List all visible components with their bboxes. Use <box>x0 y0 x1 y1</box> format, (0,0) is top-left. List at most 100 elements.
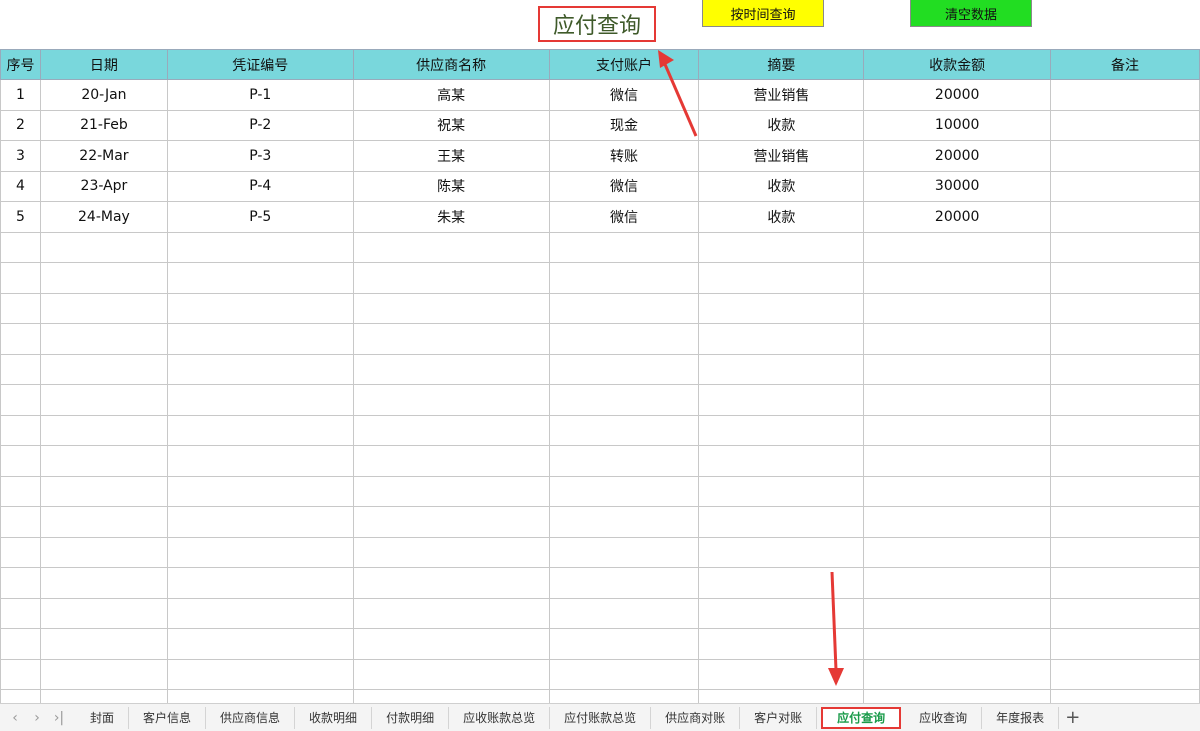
cell-remark[interactable] <box>1050 506 1200 538</box>
cell-voucher[interactable]: P-2 <box>166 109 354 141</box>
cell-seq[interactable]: 5 <box>0 201 41 233</box>
sheet-tab[interactable]: 应付账款总览 <box>550 706 652 729</box>
cell-date[interactable] <box>39 689 168 703</box>
next-sheet-icon[interactable]: › <box>26 710 48 726</box>
cell-remark[interactable] <box>1050 445 1200 477</box>
cell-date[interactable] <box>39 475 168 507</box>
cell-summary[interactable] <box>698 231 865 263</box>
cell-account[interactable] <box>548 567 700 599</box>
cell-seq[interactable] <box>0 292 41 324</box>
cell-account[interactable] <box>548 353 700 385</box>
cell-remark[interactable] <box>1050 109 1200 141</box>
cell-seq[interactable] <box>0 384 41 416</box>
cell-seq[interactable] <box>0 262 41 294</box>
sheet-tab-active[interactable]: 应付查询 <box>821 706 902 729</box>
cell-amount[interactable] <box>863 475 1052 507</box>
cell-summary[interactable]: 收款 <box>698 201 865 233</box>
cell-supplier[interactable]: 高某 <box>352 79 550 111</box>
cell-seq[interactable]: 2 <box>0 109 41 141</box>
prev-sheet-icon[interactable]: ‹ <box>4 710 26 726</box>
cell-date[interactable] <box>39 597 168 629</box>
cell-amount[interactable] <box>863 262 1052 294</box>
cell-seq[interactable] <box>0 475 41 507</box>
cell-remark[interactable] <box>1050 231 1200 263</box>
cell-account[interactable] <box>548 445 700 477</box>
col-header-date[interactable]: 日期 <box>39 49 168 80</box>
cell-summary[interactable]: 营业销售 <box>698 140 865 172</box>
cell-amount[interactable] <box>863 689 1052 703</box>
cell-supplier[interactable] <box>352 414 550 446</box>
cell-amount[interactable] <box>863 414 1052 446</box>
cell-summary[interactable]: 营业销售 <box>698 79 865 111</box>
cell-seq[interactable] <box>0 689 41 703</box>
cell-amount[interactable] <box>863 292 1052 324</box>
cell-voucher[interactable] <box>166 262 354 294</box>
cell-voucher[interactable]: P-5 <box>166 201 354 233</box>
cell-supplier[interactable] <box>352 536 550 568</box>
cell-remark[interactable] <box>1050 140 1200 172</box>
cell-supplier[interactable]: 祝某 <box>352 109 550 141</box>
cell-amount[interactable] <box>863 536 1052 568</box>
col-header-amount[interactable]: 收款金额 <box>863 49 1052 80</box>
cell-supplier[interactable] <box>352 231 550 263</box>
cell-account[interactable] <box>548 597 700 629</box>
col-header-summary[interactable]: 摘要 <box>698 49 865 80</box>
cell-voucher[interactable] <box>166 506 354 538</box>
sheet-tab[interactable]: 封面 <box>76 706 130 729</box>
cell-date[interactable] <box>39 384 168 416</box>
cell-remark[interactable] <box>1050 384 1200 416</box>
cell-seq[interactable] <box>0 628 41 660</box>
cell-voucher[interactable] <box>166 536 354 568</box>
cell-voucher[interactable] <box>166 658 354 690</box>
cell-remark[interactable] <box>1050 475 1200 507</box>
cell-account[interactable] <box>548 384 700 416</box>
cell-supplier[interactable] <box>352 628 550 660</box>
cell-amount[interactable]: 20000 <box>863 79 1052 111</box>
cell-remark[interactable] <box>1050 628 1200 660</box>
cell-remark[interactable] <box>1050 536 1200 568</box>
cell-voucher[interactable] <box>166 567 354 599</box>
cell-seq[interactable]: 4 <box>0 170 41 202</box>
cell-summary[interactable] <box>698 445 865 477</box>
clear-data-button[interactable]: 清空数据 <box>910 0 1032 27</box>
cell-date[interactable]: 21-Feb <box>39 109 168 141</box>
cell-supplier[interactable] <box>352 689 550 703</box>
cell-seq[interactable] <box>0 414 41 446</box>
cell-summary[interactable] <box>698 628 865 660</box>
cell-supplier[interactable] <box>352 384 550 416</box>
cell-seq[interactable] <box>0 536 41 568</box>
sheet-tab[interactable]: 客户对账 <box>740 706 818 729</box>
cell-summary[interactable] <box>698 323 865 355</box>
cell-amount[interactable] <box>863 567 1052 599</box>
cell-summary[interactable]: 收款 <box>698 109 865 141</box>
cell-seq[interactable] <box>0 231 41 263</box>
cell-date[interactable] <box>39 506 168 538</box>
cell-account[interactable]: 微信 <box>548 201 700 233</box>
cell-remark[interactable] <box>1050 689 1200 703</box>
cell-summary[interactable] <box>698 384 865 416</box>
cell-supplier[interactable] <box>352 292 550 324</box>
cell-voucher[interactable]: P-4 <box>166 170 354 202</box>
cell-date[interactable] <box>39 323 168 355</box>
cell-summary[interactable] <box>698 414 865 446</box>
cell-date[interactable] <box>39 414 168 446</box>
cell-date[interactable]: 24-May <box>39 201 168 233</box>
cell-summary[interactable] <box>698 353 865 385</box>
cell-account[interactable] <box>548 475 700 507</box>
cell-seq[interactable] <box>0 353 41 385</box>
cell-supplier[interactable]: 朱某 <box>352 201 550 233</box>
cell-amount[interactable] <box>863 597 1052 629</box>
cell-summary[interactable] <box>698 689 865 703</box>
sheet-tab[interactable]: 付款明细 <box>372 706 450 729</box>
cell-amount[interactable]: 10000 <box>863 109 1052 141</box>
cell-remark[interactable] <box>1050 170 1200 202</box>
cell-summary[interactable] <box>698 475 865 507</box>
cell-amount[interactable] <box>863 353 1052 385</box>
cell-date[interactable] <box>39 231 168 263</box>
sheet-tab[interactable]: 应收账款总览 <box>449 706 551 729</box>
col-header-voucher[interactable]: 凭证编号 <box>166 49 354 80</box>
cell-supplier[interactable] <box>352 323 550 355</box>
cell-amount[interactable] <box>863 231 1052 263</box>
cell-date[interactable] <box>39 353 168 385</box>
cell-summary[interactable] <box>698 262 865 294</box>
